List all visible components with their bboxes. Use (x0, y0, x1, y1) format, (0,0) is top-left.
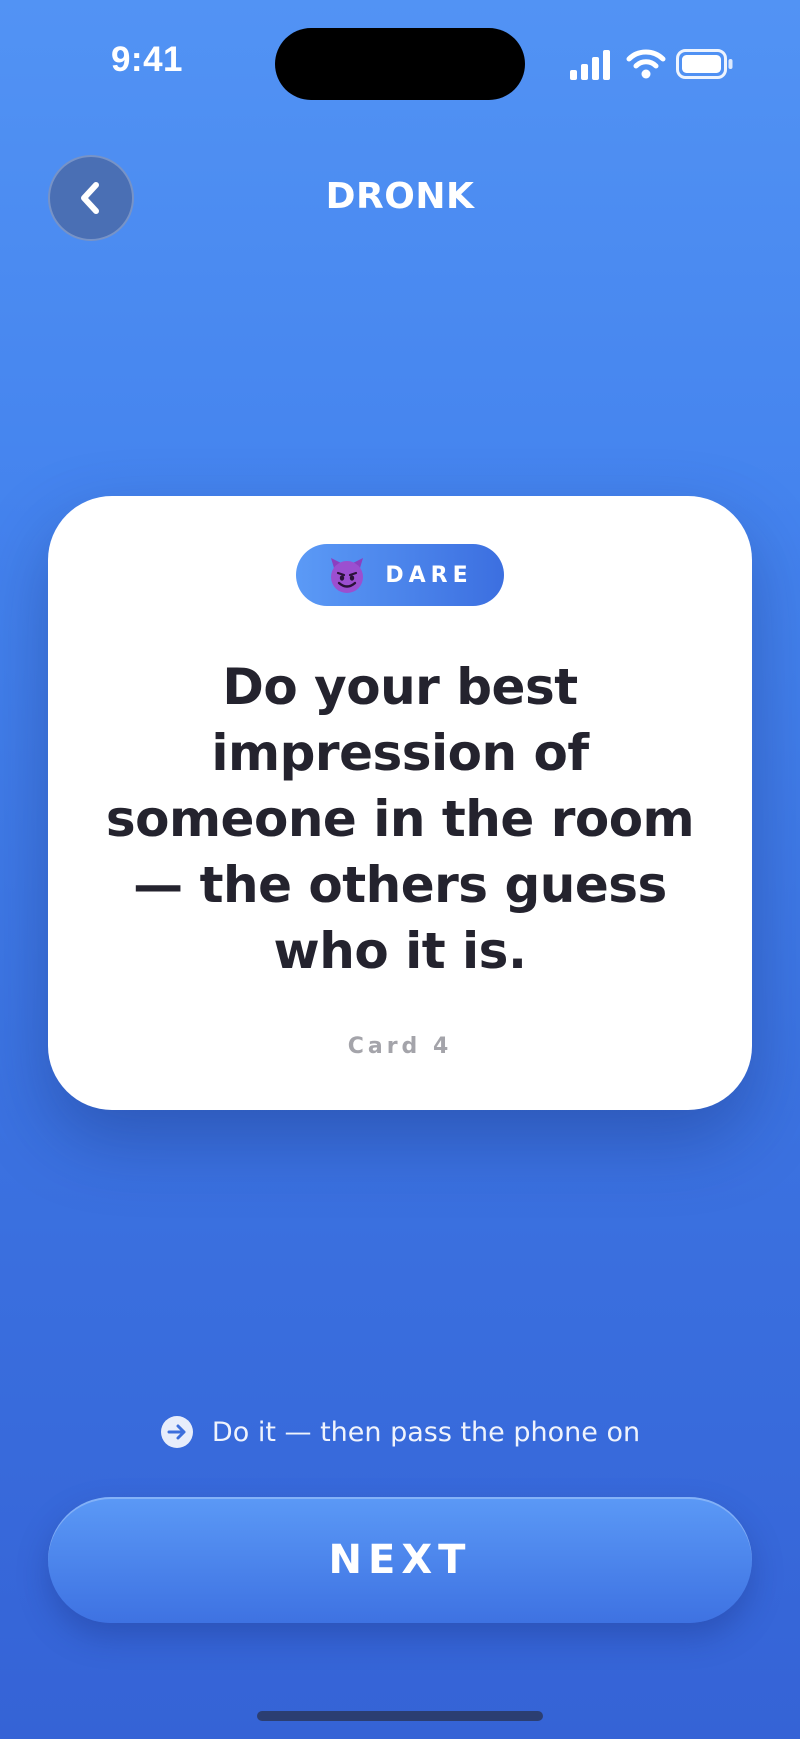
next-button-label: NEXT (328, 1537, 472, 1583)
next-button[interactable]: NEXT (48, 1497, 752, 1623)
dynamic-island (275, 28, 525, 100)
home-indicator[interactable] (257, 1711, 543, 1721)
battery-icon (676, 49, 733, 79)
category-label: DARE (385, 562, 473, 588)
chevron-left-icon (81, 182, 99, 214)
hint-text: Do it — then pass the phone on (211, 1416, 641, 1448)
wifi-icon (626, 49, 666, 79)
page-title: DRONK (325, 176, 475, 217)
prompt-text: Do your best impression of someone in th… (105, 658, 695, 980)
back-button[interactable] (48, 155, 134, 241)
card-counter: Card 4 (347, 1034, 453, 1059)
game-screen: 9:41 DRONK DARE Do your best impression … (0, 0, 800, 1739)
category-badge: DARE (296, 544, 504, 606)
smiling-devil-icon (331, 558, 364, 593)
cellular-signal-icon (570, 50, 610, 80)
instruction-hint: Do it — then pass the phone on (0, 1412, 800, 1452)
arrow-right-circle-icon (160, 1416, 193, 1448)
prompt-card: DARE Do your best impression of someone … (48, 496, 752, 1110)
status-time: 9:41 (110, 40, 184, 79)
status-icons (570, 46, 734, 82)
